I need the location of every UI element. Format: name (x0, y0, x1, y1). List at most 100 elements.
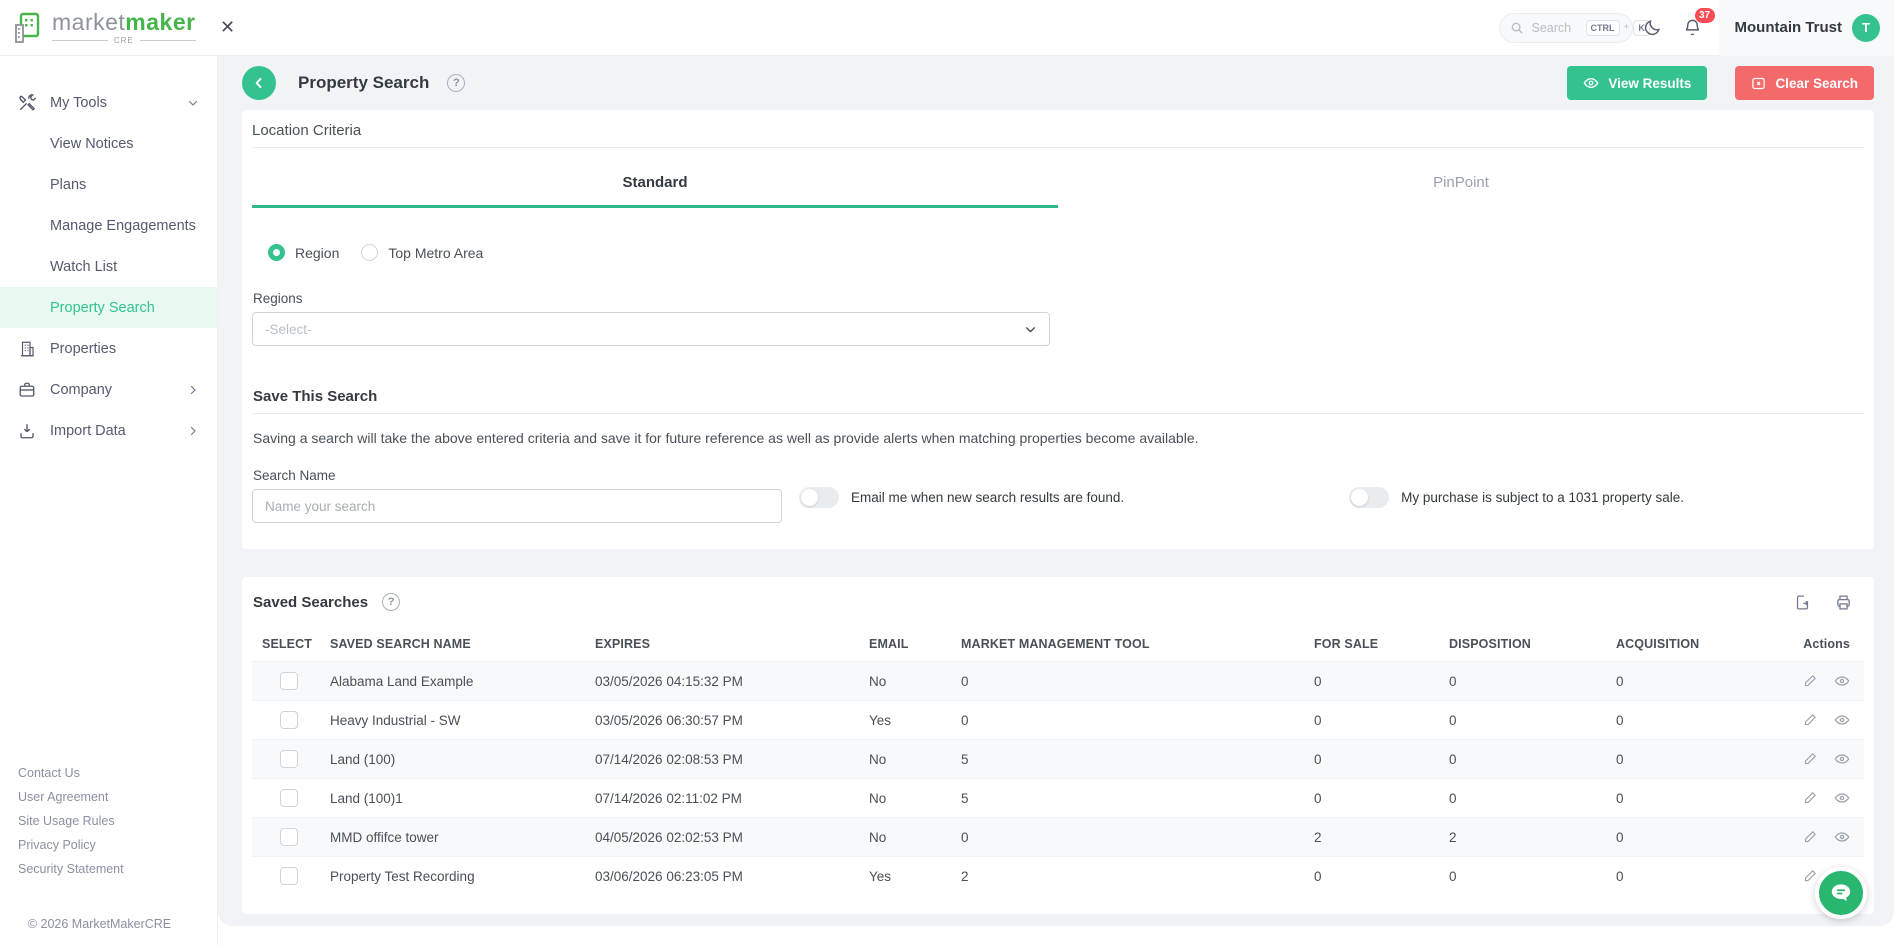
footer-link-privacy-policy[interactable]: Privacy Policy (18, 833, 217, 857)
page-title: Property Search (298, 73, 429, 93)
brand-logo[interactable]: marketmaker CRE (0, 11, 206, 45)
cell-saved-search-name: Land (100)1 (320, 779, 585, 818)
clear-search-button[interactable]: Clear Search (1735, 66, 1874, 100)
cell-expires: 07/14/2026 02:08:53 PM (585, 740, 859, 779)
row-checkbox[interactable] (280, 672, 298, 690)
notifications-button[interactable]: 37 (1673, 0, 1713, 56)
view-icon[interactable] (1834, 712, 1850, 728)
dark-mode-toggle[interactable] (1633, 0, 1673, 56)
main-content: Property Search ? View Results Clear Sea… (218, 56, 1894, 926)
cell-saved-search-name: Heavy Industrial - SW (320, 701, 585, 740)
clear-icon (1751, 76, 1766, 91)
cell-market-management-tool: 0 (951, 818, 1304, 857)
row-checkbox[interactable] (280, 750, 298, 768)
sidebar-item-company[interactable]: Company (0, 369, 217, 410)
table-row: Property Test Recording 03/06/2026 06:23… (252, 857, 1864, 896)
sidebar-item-manage-engagements[interactable]: Manage Engagements (0, 205, 217, 246)
footer-link-user-agreement[interactable]: User Agreement (18, 785, 217, 809)
import-icon (18, 422, 38, 440)
cell-acquisition: 0 (1606, 701, 1793, 740)
radio-region[interactable]: Region (268, 244, 339, 261)
cell-saved-search-name: Alabama Land Example (320, 662, 585, 701)
view-icon[interactable] (1834, 829, 1850, 845)
edit-icon[interactable] (1803, 712, 1818, 728)
radio-top-metro-control[interactable] (361, 244, 378, 261)
sidebar-close-icon[interactable]: ✕ (220, 17, 235, 38)
tab-standard[interactable]: Standard (252, 162, 1058, 208)
footer-link-site-usage-rules[interactable]: Site Usage Rules (18, 809, 217, 833)
chat-button[interactable] (1815, 867, 1867, 919)
save-search-description: Saving a search will take the above ente… (253, 430, 1864, 446)
chevron-right-icon (187, 425, 199, 437)
row-checkbox[interactable] (280, 828, 298, 846)
tab-pinpoint[interactable]: PinPoint (1058, 162, 1864, 208)
edit-icon[interactable] (1803, 868, 1818, 884)
email-toggle-group: Email me when new search results are fou… (799, 487, 1124, 508)
cell-market-management-tool: 0 (951, 662, 1304, 701)
radio-region-control[interactable] (268, 244, 285, 261)
search-input[interactable] (1532, 21, 1578, 35)
topbar: marketmaker CRE ✕ CTRL + K 37 Mountain (0, 0, 1894, 56)
cell-email: No (859, 662, 951, 701)
sidebar-item-my-tools[interactable]: My Tools (0, 82, 217, 123)
row-checkbox[interactable] (280, 867, 298, 885)
chevron-left-icon (252, 76, 266, 90)
search-icon (1510, 21, 1524, 35)
footer-link-contact-us[interactable]: Contact Us (18, 761, 217, 785)
view-icon[interactable] (1834, 751, 1850, 767)
kbd-ctrl: CTRL (1586, 20, 1620, 36)
edit-icon[interactable] (1803, 829, 1818, 845)
p1031-toggle-group: My purchase is subject to a 1031 propert… (1349, 487, 1684, 508)
view-icon[interactable] (1834, 673, 1850, 689)
row-checkbox[interactable] (280, 711, 298, 729)
radio-top-metro-area[interactable]: Top Metro Area (361, 244, 483, 261)
edit-icon[interactable] (1803, 673, 1818, 689)
search-name-input[interactable] (252, 489, 782, 523)
sidebar-item-watch-list[interactable]: Watch List (0, 246, 217, 287)
email-toggle-label: Email me when new search results are fou… (851, 490, 1124, 505)
cell-acquisition: 0 (1606, 857, 1793, 896)
regions-select[interactable]: -Select- (252, 312, 1050, 346)
footer-link-security-statement[interactable]: Security Statement (18, 857, 217, 881)
email-alert-toggle[interactable] (799, 487, 839, 508)
eye-icon (1583, 75, 1599, 91)
table-row: MMD offifce tower 04/05/2026 02:02:53 PM… (252, 818, 1864, 857)
cell-market-management-tool: 5 (951, 740, 1304, 779)
brand-logo-icon (12, 11, 46, 45)
sidebar-item-import-data[interactable]: Import Data (0, 410, 217, 451)
sidebar-item-plans[interactable]: Plans (0, 164, 217, 205)
view-icon[interactable] (1834, 790, 1850, 806)
cell-email: Yes (859, 701, 951, 740)
saved-searches-help-icon[interactable]: ? (382, 593, 400, 611)
edit-icon[interactable] (1803, 751, 1818, 767)
cell-expires: 03/06/2026 06:23:05 PM (585, 857, 859, 896)
sidebar-item-properties[interactable]: Properties (0, 328, 217, 369)
cell-acquisition: 0 (1606, 740, 1793, 779)
cell-for-sale: 0 (1304, 701, 1439, 740)
export-icon[interactable] (1794, 594, 1811, 611)
cell-disposition: 0 (1439, 740, 1606, 779)
p1031-toggle[interactable] (1349, 487, 1389, 508)
view-results-button[interactable]: View Results (1567, 66, 1707, 100)
page-help-icon[interactable]: ? (447, 74, 465, 92)
sidebar-item-property-search[interactable]: Property Search (0, 287, 217, 328)
saved-searches-table: SELECT SAVED SEARCH NAME EXPIRES EMAIL M… (252, 627, 1864, 896)
col-expires: EXPIRES (585, 627, 859, 662)
cell-disposition: 0 (1439, 779, 1606, 818)
row-checkbox[interactable] (280, 789, 298, 807)
sidebar-item-view-notices[interactable]: View Notices (0, 123, 217, 164)
region-radio-group: Region Top Metro Area (268, 244, 1864, 261)
location-criteria-title: Location Criteria (252, 118, 1864, 147)
global-search[interactable]: CTRL + K (1499, 13, 1633, 43)
cell-saved-search-name: Land (100) (320, 740, 585, 779)
user-menu[interactable]: Mountain Trust T (1719, 0, 1894, 56)
col-market-management-tool: MARKET MANAGEMENT TOOL (951, 627, 1304, 662)
col-actions: Actions (1793, 627, 1864, 662)
print-icon[interactable] (1835, 594, 1852, 611)
back-button[interactable] (242, 66, 276, 100)
cell-email: No (859, 818, 951, 857)
cell-disposition: 0 (1439, 701, 1606, 740)
table-row: Heavy Industrial - SW 03/05/2026 06:30:5… (252, 701, 1864, 740)
edit-icon[interactable] (1803, 790, 1818, 806)
cell-saved-search-name: MMD offifce tower (320, 818, 585, 857)
